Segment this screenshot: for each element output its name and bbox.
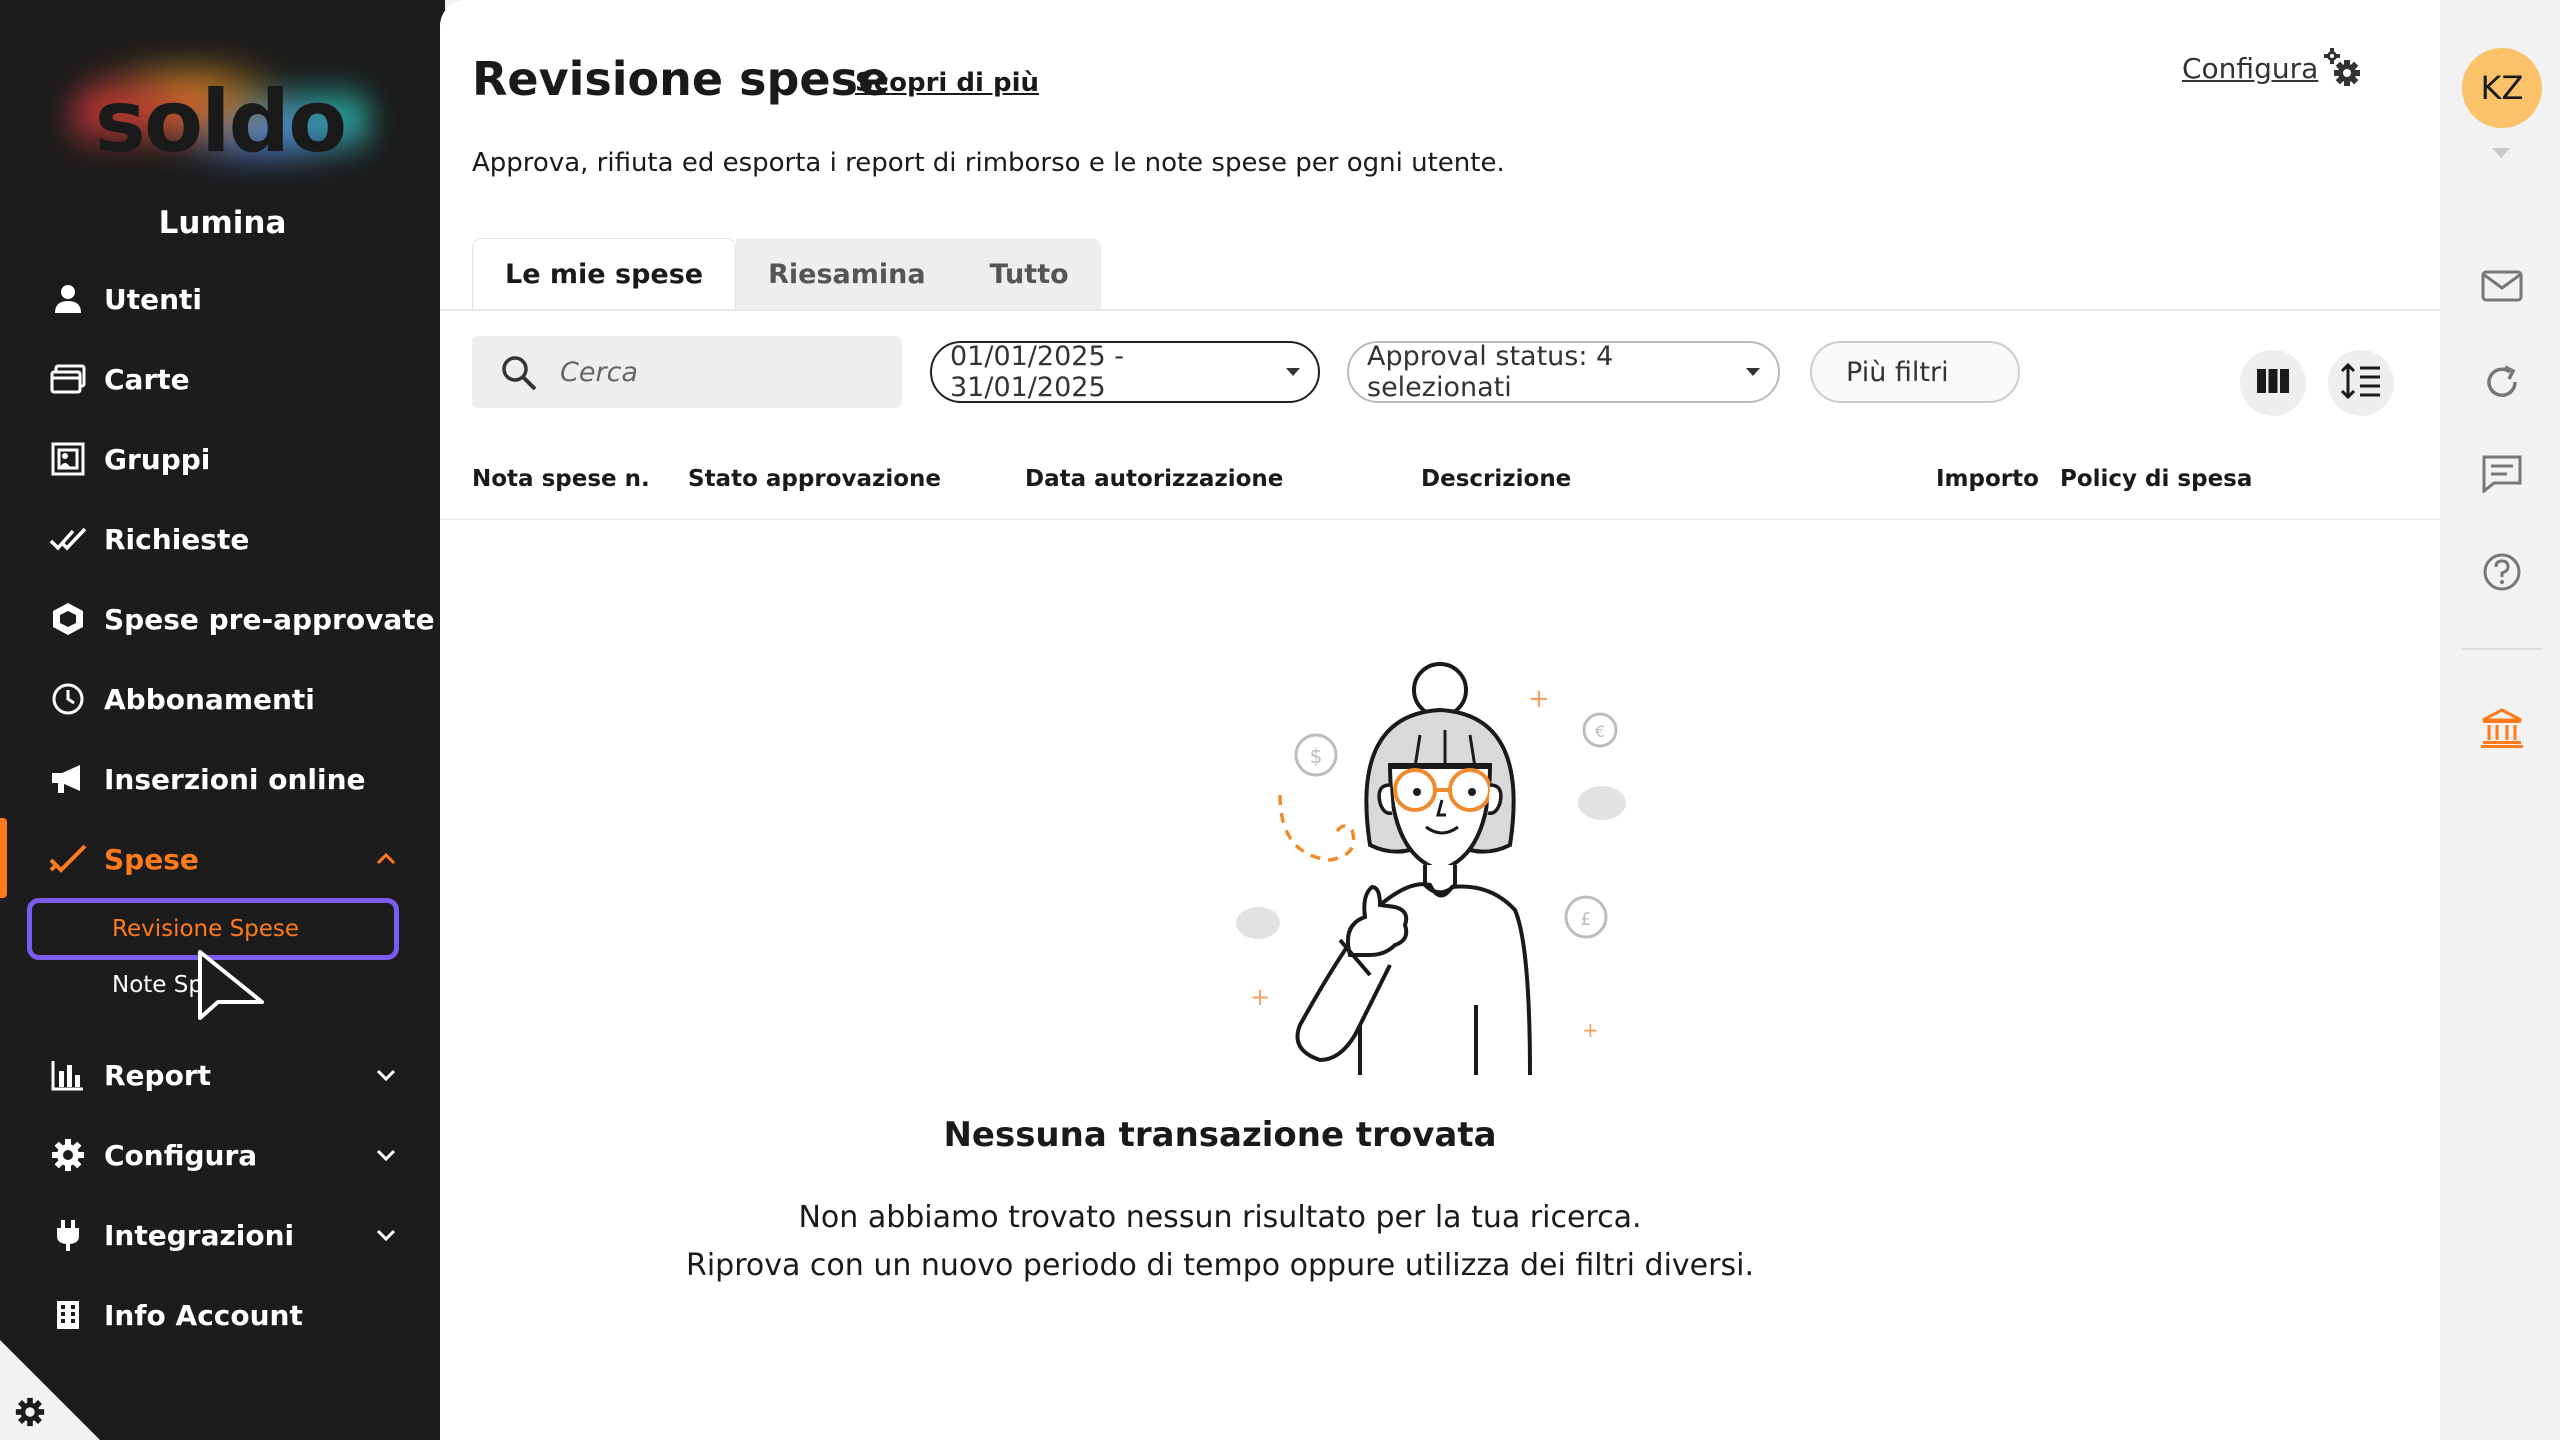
empty-state-title: Nessuna transazione trovata bbox=[943, 1115, 1497, 1155]
plug-icon bbox=[48, 1215, 88, 1255]
clock-icon bbox=[48, 679, 88, 719]
columns-button[interactable] bbox=[2240, 350, 2306, 416]
megaphone-icon bbox=[48, 759, 88, 799]
sidebar-item-abbonamenti[interactable]: Abbonamenti bbox=[0, 668, 445, 730]
tab-tutto[interactable]: Tutto bbox=[957, 238, 1101, 310]
sidebar-subitem-revisione-spese[interactable]: Revisione Spese bbox=[112, 916, 299, 942]
chat-icon[interactable] bbox=[2480, 452, 2524, 496]
sidebar: soldo Lumina Utenti Carte Gruppi Richies… bbox=[0, 0, 445, 1440]
more-filters-button[interactable]: Più filtri bbox=[1810, 341, 2020, 403]
brand-name: soldo bbox=[94, 72, 347, 172]
sidebar-item-utenti[interactable]: Utenti bbox=[0, 268, 445, 330]
sidebar-item-spese-pre-approvate[interactable]: Spese pre-approvate bbox=[0, 588, 445, 650]
empty-state-message: Non abbiamo trovato nessun risultato per… bbox=[798, 1200, 1642, 1235]
search-icon bbox=[500, 354, 538, 392]
user-avatar[interactable]: KZ bbox=[2462, 48, 2542, 128]
bar-chart-icon bbox=[48, 1055, 88, 1095]
sidebar-item-carte[interactable]: Carte bbox=[0, 348, 445, 410]
check-icon bbox=[48, 839, 88, 879]
sidebar-item-configura[interactable]: Configura bbox=[0, 1124, 445, 1186]
user-icon bbox=[48, 279, 88, 319]
cards-icon bbox=[48, 359, 88, 399]
sidebar-item-integrazioni[interactable]: Integrazioni bbox=[0, 1204, 445, 1266]
tab-divider bbox=[440, 309, 2440, 311]
sort-button[interactable] bbox=[2328, 350, 2394, 416]
chevron-down-icon bbox=[372, 1221, 400, 1249]
sidebar-item-info-account[interactable]: Info Account bbox=[0, 1284, 445, 1346]
sidebar-item-spese[interactable]: Spese bbox=[0, 828, 445, 890]
tab-riesamina[interactable]: Riesamina bbox=[736, 238, 958, 310]
hexagon-icon bbox=[48, 599, 88, 639]
right-rail: KZ bbox=[2440, 0, 2560, 1440]
sidebar-item-richieste[interactable]: Richieste bbox=[0, 508, 445, 570]
svg-text:+: + bbox=[1250, 983, 1270, 1011]
company-name: Lumina bbox=[158, 205, 287, 241]
caret-down-icon bbox=[1286, 368, 1300, 376]
caret-down-icon[interactable] bbox=[2492, 148, 2510, 158]
building-icon bbox=[48, 1295, 88, 1335]
empty-state-hint: Riprova con un nuovo periodo di tempo op… bbox=[686, 1248, 1754, 1283]
chevron-down-icon bbox=[372, 1141, 400, 1169]
main-content: Revisione spese Scopri di più Approva, r… bbox=[440, 0, 2440, 1440]
configure-link[interactable]: Configura bbox=[2182, 52, 2318, 85]
soldo-logo[interactable]: soldo bbox=[70, 60, 370, 190]
page-subtitle: Approva, rifiuta ed esporta i report di … bbox=[472, 148, 1505, 178]
column-header[interactable]: Stato approvazione bbox=[688, 466, 941, 492]
svg-text:£: £ bbox=[1580, 909, 1591, 930]
help-icon[interactable] bbox=[2480, 550, 2524, 594]
tab-bar: Le mie spese Riesamina Tutto bbox=[472, 238, 1101, 310]
date-range-value: 01/01/2025 - 31/01/2025 bbox=[950, 341, 1124, 403]
empty-state-illustration: $ € £ + + + bbox=[1230, 655, 1650, 1085]
approval-status-dropdown[interactable]: Approval status: 4 selezionati bbox=[1347, 341, 1780, 403]
refresh-icon[interactable] bbox=[2480, 360, 2524, 404]
learn-more-link[interactable]: Scopri di più bbox=[855, 68, 1039, 98]
chevron-down-icon bbox=[372, 1061, 400, 1089]
svg-text:$: $ bbox=[1310, 744, 1323, 768]
groups-icon bbox=[48, 439, 88, 479]
columns-icon bbox=[2256, 367, 2290, 399]
svg-text:+: + bbox=[1582, 1018, 1599, 1042]
sidebar-subitem-note-spese[interactable]: Note Sp bbox=[112, 972, 203, 998]
page-title: Revisione spese bbox=[472, 52, 890, 106]
small-gear-icon[interactable] bbox=[14, 1396, 46, 1428]
search-box[interactable] bbox=[472, 336, 902, 408]
tab-le-mie-spese[interactable]: Le mie spese bbox=[472, 238, 737, 310]
date-range-dropdown[interactable]: 01/01/2025 - 31/01/2025 bbox=[930, 341, 1320, 403]
table-header: Nota spese n. Stato approvazione Data au… bbox=[440, 456, 2440, 520]
gears-icon[interactable] bbox=[2322, 46, 2362, 90]
column-header[interactable]: Nota spese n. bbox=[472, 466, 650, 492]
sidebar-item-inserzioni-online[interactable]: Inserzioni online bbox=[0, 748, 445, 810]
column-header[interactable]: Data autorizzazione bbox=[1025, 466, 1283, 492]
sidebar-item-report[interactable]: Report bbox=[0, 1044, 445, 1106]
bank-icon[interactable] bbox=[2480, 706, 2524, 750]
gear-icon bbox=[48, 1135, 88, 1175]
mail-icon[interactable] bbox=[2480, 264, 2524, 308]
rail-divider bbox=[2462, 648, 2542, 650]
svg-text:€: € bbox=[1595, 722, 1605, 741]
column-header[interactable]: Importo bbox=[1936, 466, 2039, 492]
chevron-up-icon bbox=[372, 845, 400, 873]
column-header[interactable]: Policy di spesa bbox=[2060, 466, 2252, 492]
svg-text:+: + bbox=[1528, 684, 1550, 714]
search-input[interactable] bbox=[560, 336, 880, 408]
caret-down-icon bbox=[1746, 368, 1760, 376]
mouse-cursor-icon bbox=[196, 948, 266, 1032]
column-header[interactable]: Descrizione bbox=[1421, 466, 1571, 492]
sidebar-item-gruppi[interactable]: Gruppi bbox=[0, 428, 445, 490]
sort-list-icon bbox=[2340, 362, 2382, 404]
double-check-icon bbox=[48, 519, 88, 559]
approval-status-value: Approval status: 4 selezionati bbox=[1367, 341, 1614, 403]
